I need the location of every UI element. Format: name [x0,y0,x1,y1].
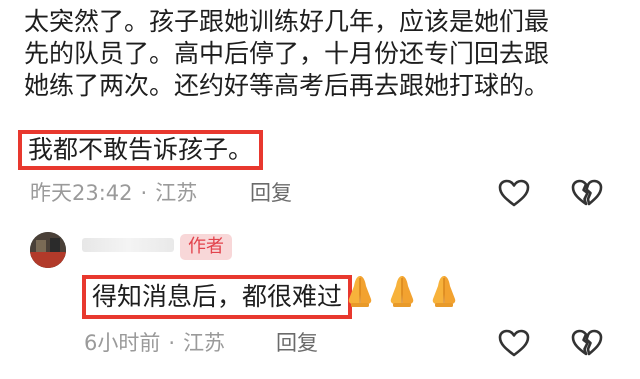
comment-location: 江苏 [155,181,198,205]
username-redacted[interactable] [82,238,174,252]
folded-hands-icon [390,276,414,307]
separator-dot: · [168,331,176,355]
broken-heart-icon[interactable] [570,178,604,208]
highlighted-reply-text: 得知消息后，都很难过 [82,275,353,319]
comment-line: 太突然了。孩子跟她训练好几年，应该是她们最 [24,7,550,36]
reply-location: 江苏 [183,331,226,355]
comment-timestamp: 昨天23:42 [30,181,133,205]
broken-heart-icon[interactable] [570,328,604,358]
highlighted-comment-sentence: 我都不敢告诉孩子。 [18,130,264,170]
reply-timestamp: 6小时前 [84,331,161,355]
comment-body: 太突然了。孩子跟她训练好几年，应该是她们最 先的队员了。高中后停了，十月份还专门… [24,6,614,102]
folded-hands-icon [348,276,372,307]
reply-meta: 6小时前 · 江苏 [84,330,225,356]
comment-line: 她练了两次。还约好等高考后再去跟她打球的。 [24,71,550,100]
heart-outline-icon[interactable] [497,178,531,208]
heart-outline-icon[interactable] [497,328,531,358]
emoji-row [340,270,464,310]
reply-button[interactable]: 回复 [276,330,318,356]
avatar[interactable] [30,232,66,268]
comment-meta: 昨天23:42 · 江苏 [30,180,197,206]
folded-hands-icon [432,276,456,307]
reply-button[interactable]: 回复 [250,180,292,206]
comment-line: 先的队员了。高中后停了，十月份还专门回去跟 [24,39,550,68]
separator-dot: · [140,181,148,205]
author-badge: 作者 [180,234,232,260]
